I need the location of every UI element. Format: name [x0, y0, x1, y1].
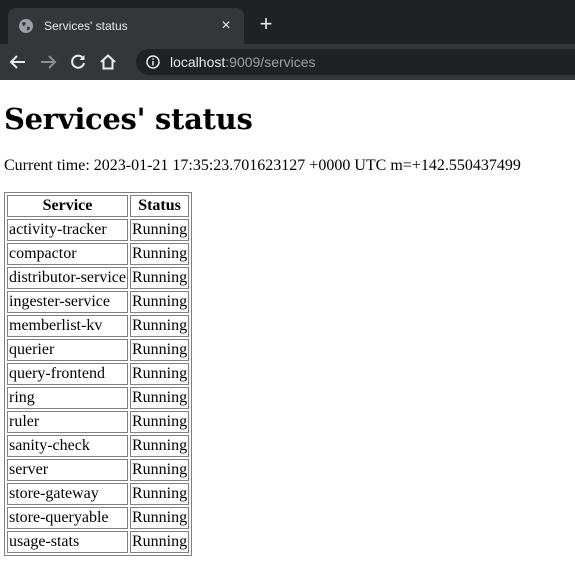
table-header-row: Service Status	[7, 195, 190, 217]
service-name-cell: store-queryable	[7, 507, 128, 529]
service-status-cell: Running	[129, 363, 190, 385]
url-path: :9009/services	[225, 54, 316, 70]
table-row: store-gateway Running	[7, 483, 190, 505]
service-name-cell: usage-stats	[7, 531, 128, 553]
back-button[interactable]	[6, 50, 30, 74]
url-host: localhost	[170, 54, 226, 70]
table-row: store-queryable Running	[7, 507, 190, 529]
service-status-cell: Running	[129, 531, 190, 553]
tab-title: Services' status	[44, 19, 128, 33]
info-icon[interactable]	[146, 55, 160, 69]
table-row: activity-tracker Running	[7, 219, 190, 241]
table-row: memberlist-kv Running	[7, 315, 190, 337]
service-status-cell: Running	[129, 267, 190, 289]
address-bar[interactable]: localhost:9009/services	[136, 49, 575, 75]
service-status-cell: Running	[129, 459, 190, 481]
service-name-cell: compactor	[7, 243, 128, 265]
table-row: ring Running	[7, 387, 190, 409]
service-status-cell: Running	[129, 339, 190, 361]
current-time: Current time: 2023-01-21 17:35:23.701623…	[4, 157, 521, 174]
service-name-cell: ruler	[7, 411, 128, 433]
service-status-cell: Running	[129, 291, 190, 313]
table-row: server Running	[7, 459, 190, 481]
close-tab-icon[interactable]: ×	[218, 18, 234, 34]
service-name-cell: distributor-service	[7, 267, 128, 289]
column-header-status: Status	[129, 195, 190, 217]
browser-toolbar: localhost:9009/services	[0, 44, 575, 80]
service-name-cell: store-gateway	[7, 483, 128, 505]
service-status-cell: Running	[129, 435, 190, 457]
page-content: Services' status Current time: 2023-01-2…	[0, 102, 575, 556]
home-icon	[100, 54, 116, 70]
service-status-cell: Running	[129, 315, 190, 337]
globe-icon	[18, 18, 34, 34]
browser-tab[interactable]: Services' status ×	[8, 8, 244, 44]
table-row: sanity-check Running	[7, 435, 190, 457]
table-row: usage-stats Running	[7, 531, 190, 553]
arrow-right-icon	[41, 55, 57, 69]
table-row: compactor Running	[7, 243, 190, 265]
service-name-cell: ingester-service	[7, 291, 128, 313]
home-button[interactable]	[96, 50, 120, 74]
service-name-cell: querier	[7, 339, 128, 361]
table-row: ruler Running	[7, 411, 190, 433]
service-status-cell: Running	[129, 483, 190, 505]
new-tab-button[interactable]: +	[254, 12, 278, 36]
table-row: distributor-service Running	[7, 267, 190, 289]
arrow-left-icon	[9, 55, 25, 69]
service-name-cell: activity-tracker	[7, 219, 128, 241]
table-row: querier Running	[7, 339, 190, 361]
browser-tab-strip: Services' status × +	[0, 0, 575, 44]
service-name-cell: ring	[7, 387, 128, 409]
service-status-cell: Running	[129, 507, 190, 529]
reload-button[interactable]	[66, 50, 90, 74]
service-name-cell: server	[7, 459, 128, 481]
service-status-cell: Running	[129, 411, 190, 433]
reload-icon	[71, 54, 85, 69]
forward-button[interactable]	[36, 50, 60, 74]
service-status-cell: Running	[129, 387, 190, 409]
table-row: ingester-service Running	[7, 291, 190, 313]
service-name-cell: memberlist-kv	[7, 315, 128, 337]
service-name-cell: sanity-check	[7, 435, 128, 457]
table-row: query-frontend Running	[7, 363, 190, 385]
services-table: Service Status activity-tracker Running co…	[4, 192, 193, 556]
service-status-cell: Running	[129, 243, 190, 265]
service-name-cell: query-frontend	[7, 363, 128, 385]
column-header-service: Service	[7, 195, 128, 217]
page-title: Services' status	[4, 102, 253, 136]
service-status-cell: Running	[129, 219, 190, 241]
